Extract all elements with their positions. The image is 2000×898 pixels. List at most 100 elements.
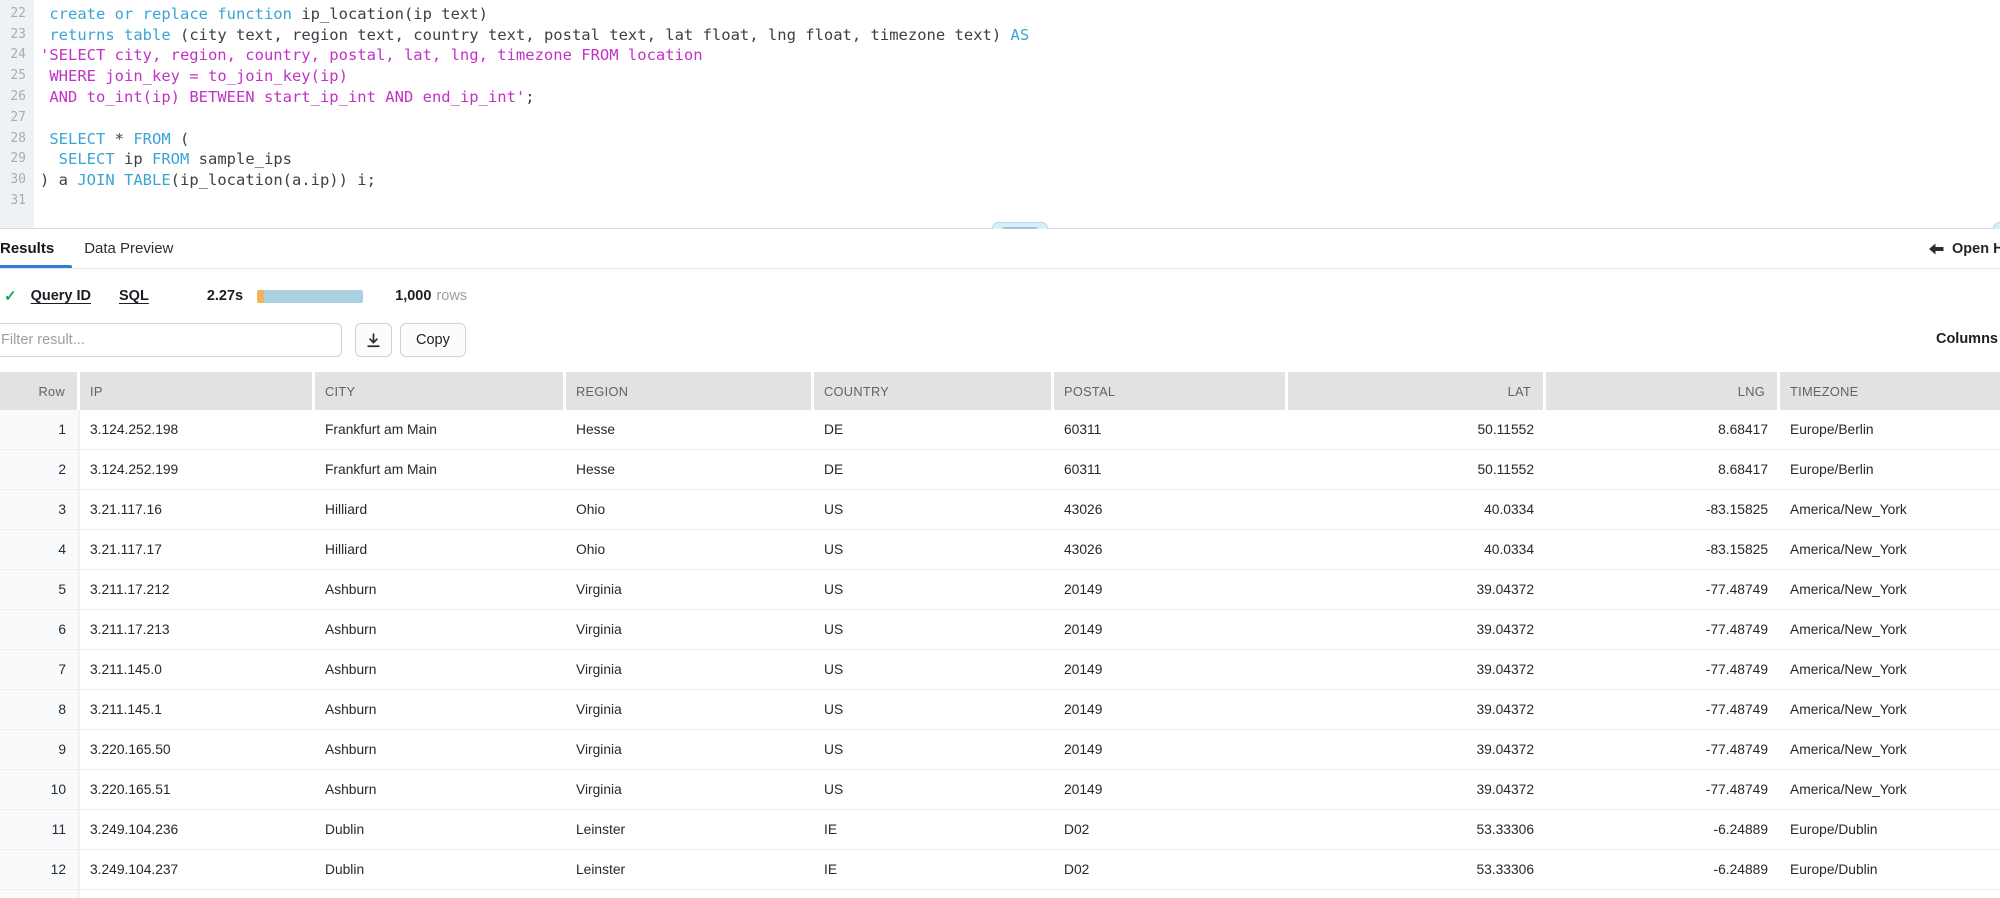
- line-number: 24: [10, 47, 26, 63]
- cell-timezone: America/New_York: [1780, 730, 2000, 770]
- timing-segment-compile: [257, 289, 265, 303]
- cell-region: Ohio: [566, 490, 814, 530]
- column-header-timezone[interactable]: TIMEZONE: [1780, 372, 2000, 410]
- table-row[interactable]: 7 3.211.145.0 Ashburn Virginia US 20149 39.043…: [0, 650, 2000, 690]
- code-line: 22 create or replace function ip_locatio…: [0, 4, 2000, 25]
- column-header-postal[interactable]: POSTAL: [1054, 372, 1288, 410]
- line-number: 25: [10, 68, 26, 84]
- query-id-link[interactable]: Query ID: [31, 288, 91, 304]
- cell-ip: 3.211.17.212: [80, 570, 315, 610]
- line-number: 22: [10, 5, 26, 21]
- cell-timezone: Europe/Berlin: [1780, 450, 2000, 490]
- cell-lat: 39.04372: [1288, 730, 1546, 770]
- cell-row: 3: [0, 490, 80, 530]
- cell-country: US: [814, 610, 1054, 650]
- table-row[interactable]: 9 3.220.165.50 Ashburn Virginia US 20149 39.04…: [0, 730, 2000, 770]
- cell-city: Ashburn: [315, 730, 566, 770]
- column-header-lat[interactable]: LAT: [1288, 372, 1546, 410]
- table-row[interactable]: 1 3.124.252.198 Frankfurt am Main Hesse DE 60…: [0, 410, 2000, 450]
- cell-city: Frankfurt am Main: [315, 450, 566, 490]
- table-row[interactable]: 5 3.211.17.212 Ashburn Virginia US 20149 39.04…: [0, 570, 2000, 610]
- open-history-link[interactable]: Open H: [1928, 229, 2000, 268]
- cell-ip: 3.211.145.0: [80, 650, 315, 690]
- cell-country: US: [814, 650, 1054, 690]
- cell-city: Ashburn: [315, 690, 566, 730]
- download-icon: [367, 332, 380, 347]
- cell-region: Virginia: [566, 650, 814, 690]
- table-row[interactable]: 8 3.211.145.1 Ashburn Virginia US 20149 39.043…: [0, 690, 2000, 730]
- cell-postal: 20149: [1054, 570, 1288, 610]
- cell-timezone: Europe/Dublin: [1780, 850, 2000, 890]
- line-number: 28: [10, 130, 26, 146]
- arrow-left-icon: [1929, 243, 1944, 254]
- table-row[interactable]: 4 3.21.117.17 Hilliard Ohio US 43026 40.0334 -8…: [0, 530, 2000, 570]
- cell-timezone: Europe/Dublin: [1780, 810, 2000, 850]
- code-text: AND to_int(ip) BETWEEN start_ip_int AND …: [49, 87, 535, 106]
- tab-data-preview[interactable]: Data Preview: [72, 229, 185, 268]
- download-button[interactable]: [355, 323, 392, 357]
- column-header-ip[interactable]: IP: [80, 372, 315, 410]
- sql-editor[interactable]: 2122 create or replace function ip_locat…: [0, 0, 2000, 228]
- cell-country: US: [814, 570, 1054, 610]
- cell-ip: 3.21.117.17: [80, 530, 315, 570]
- column-header-region[interactable]: REGION: [566, 372, 814, 410]
- cell-timezone: Europe/Berlin: [1780, 410, 2000, 450]
- column-header-country[interactable]: COUNTRY: [814, 372, 1054, 410]
- cell-country: IE: [814, 850, 1054, 890]
- cell-lng: -6.24889: [1546, 850, 1780, 890]
- code-text: 'SELECT city, region, country, postal, l…: [40, 46, 703, 65]
- cell-row: 1: [0, 410, 80, 450]
- sql-link[interactable]: SQL: [119, 288, 149, 304]
- cell-region: Leinster: [566, 810, 814, 850]
- cell-city: Ashburn: [315, 650, 566, 690]
- cell-lat: 40.0334: [1288, 530, 1546, 570]
- cell-timezone: America/New_York: [1780, 690, 2000, 730]
- column-header-city[interactable]: CITY: [315, 372, 566, 410]
- cell-row: 8: [0, 690, 80, 730]
- cell-postal: 20149: [1054, 730, 1288, 770]
- cell-region: Virginia: [566, 610, 814, 650]
- cell-timezone: America/New_York: [1780, 530, 2000, 570]
- cell-region: Hesse: [566, 450, 814, 490]
- table-row[interactable]: 3 3.21.117.16 Hilliard Ohio US 43026 40.0334 -8…: [0, 490, 2000, 530]
- cell-ip: 3.220.165.51: [80, 770, 315, 810]
- line-number: 30: [10, 172, 26, 188]
- code-line: 30) a JOIN TABLE(ip_location(a.ip)) i;: [0, 170, 2000, 191]
- tab-results[interactable]: Results: [0, 229, 73, 268]
- results-tabbar: Results Data Preview: [0, 229, 2000, 269]
- table-row[interactable]: 2 3.124.252.199 Frankfurt am Main Hesse DE 60…: [0, 450, 2000, 490]
- open-link-label: Open H: [1952, 240, 2000, 257]
- cell-region: Virginia: [566, 570, 814, 610]
- cell-region: Virginia: [566, 730, 814, 770]
- column-header-lng[interactable]: LNG: [1546, 372, 1780, 410]
- cell-city: Ashburn: [315, 570, 566, 610]
- cell-lng: -77.48749: [1546, 730, 1780, 770]
- cell-postal: 43026: [1054, 490, 1288, 530]
- copy-button[interactable]: Copy: [400, 323, 466, 357]
- code-line: 29 SELECT ip FROM sample_ips: [0, 149, 2000, 170]
- line-number: 27: [10, 109, 26, 125]
- cell-city: Ashburn: [315, 770, 566, 810]
- cell-lng: -77.48749: [1546, 610, 1780, 650]
- column-header-row[interactable]: Row: [0, 372, 80, 410]
- cell-ip: 3.211.145.1: [80, 690, 315, 730]
- code-text: SELECT ip FROM sample_ips: [58, 150, 292, 169]
- code-text: returns table (city text, region text, c…: [49, 25, 1030, 44]
- cell-timezone: America/New_York: [1780, 570, 2000, 610]
- table-row[interactable]: 10 3.220.165.51 Ashburn Virginia US 20149 39.0…: [0, 770, 2000, 810]
- cell-lng: -77.48749: [1546, 570, 1780, 610]
- table-row[interactable]: 6 3.211.17.213 Ashburn Virginia US 20149 39.04…: [0, 610, 2000, 650]
- filter-result-input[interactable]: [0, 323, 342, 357]
- table-row[interactable]: 11 3.249.104.236 Dublin Leinster IE D02 53.333…: [0, 810, 2000, 850]
- cell-lat: 39.04372: [1288, 570, 1546, 610]
- columns-button[interactable]: Columns: [1936, 331, 1998, 347]
- cell-region: Ohio: [566, 530, 814, 570]
- cell-postal: 20149: [1054, 770, 1288, 810]
- table-row[interactable]: 12 3.249.104.237 Dublin Leinster IE D02 53.333…: [0, 850, 2000, 890]
- cell-row: 6: [0, 610, 80, 650]
- cell-ip: 3.124.252.198: [80, 410, 315, 450]
- cell-postal: 20149: [1054, 610, 1288, 650]
- cell-timezone: America/New_York: [1780, 490, 2000, 530]
- code-line: 26 AND to_int(ip) BETWEEN start_ip_int A…: [0, 87, 2000, 108]
